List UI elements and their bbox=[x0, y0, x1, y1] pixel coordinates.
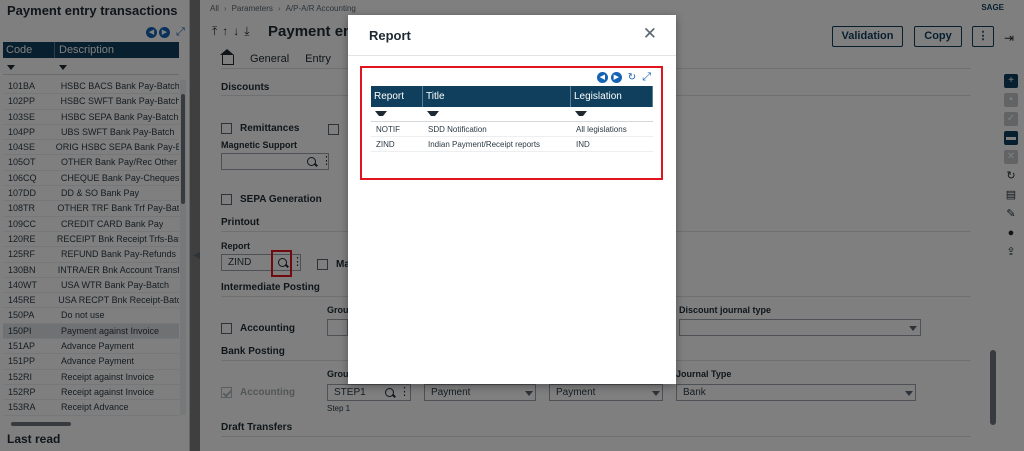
row-title: SDD Notification bbox=[428, 125, 487, 134]
row-legislation: All legislations bbox=[576, 125, 627, 134]
next-page-icon[interactable]: ▶ bbox=[610, 72, 622, 83]
row-legislation: IND bbox=[576, 140, 590, 149]
report-table: Report Title Legislation NOTIF SDD Notifi… bbox=[371, 86, 653, 152]
report-dialog: Report ✕ ◀ ▶ ↻ ⤢ Report Title Legislatio… bbox=[348, 15, 676, 384]
row-report: NOTIF bbox=[376, 125, 400, 134]
report-grid-highlight: ◀ ▶ ↻ ⤢ Report Title Legislation NOTIF SD… bbox=[360, 66, 663, 180]
row-report: ZIND bbox=[376, 140, 395, 149]
filter-icon[interactable] bbox=[375, 111, 387, 116]
filter-icon[interactable] bbox=[427, 111, 439, 116]
table-row[interactable]: ZIND Indian Payment/Receipt reports IND bbox=[371, 137, 653, 152]
dialog-grid-toolbar: ◀ ▶ ↻ ⤢ bbox=[596, 71, 651, 84]
previous-page-icon[interactable]: ◀ bbox=[596, 72, 608, 83]
report-table-header: Report Title Legislation bbox=[371, 86, 653, 107]
filter-icon[interactable] bbox=[575, 111, 587, 116]
expand-icon[interactable]: ⤢ bbox=[642, 71, 651, 84]
report-table-filter-row bbox=[371, 107, 653, 122]
refresh-icon[interactable]: ↻ bbox=[628, 72, 636, 83]
close-icon[interactable]: ✕ bbox=[643, 25, 657, 42]
table-row[interactable]: NOTIF SDD Notification All legislations bbox=[371, 122, 653, 137]
column-header-report[interactable]: Report bbox=[371, 86, 423, 107]
dialog-title: Report bbox=[369, 28, 411, 43]
dialog-header: Report ✕ bbox=[348, 15, 676, 56]
column-header-legislation[interactable]: Legislation bbox=[571, 86, 653, 107]
column-header-title[interactable]: Title bbox=[423, 86, 571, 107]
report-table-rows: NOTIF SDD Notification All legislations ZIN… bbox=[371, 122, 653, 152]
row-title: Indian Payment/Receipt reports bbox=[428, 140, 541, 149]
